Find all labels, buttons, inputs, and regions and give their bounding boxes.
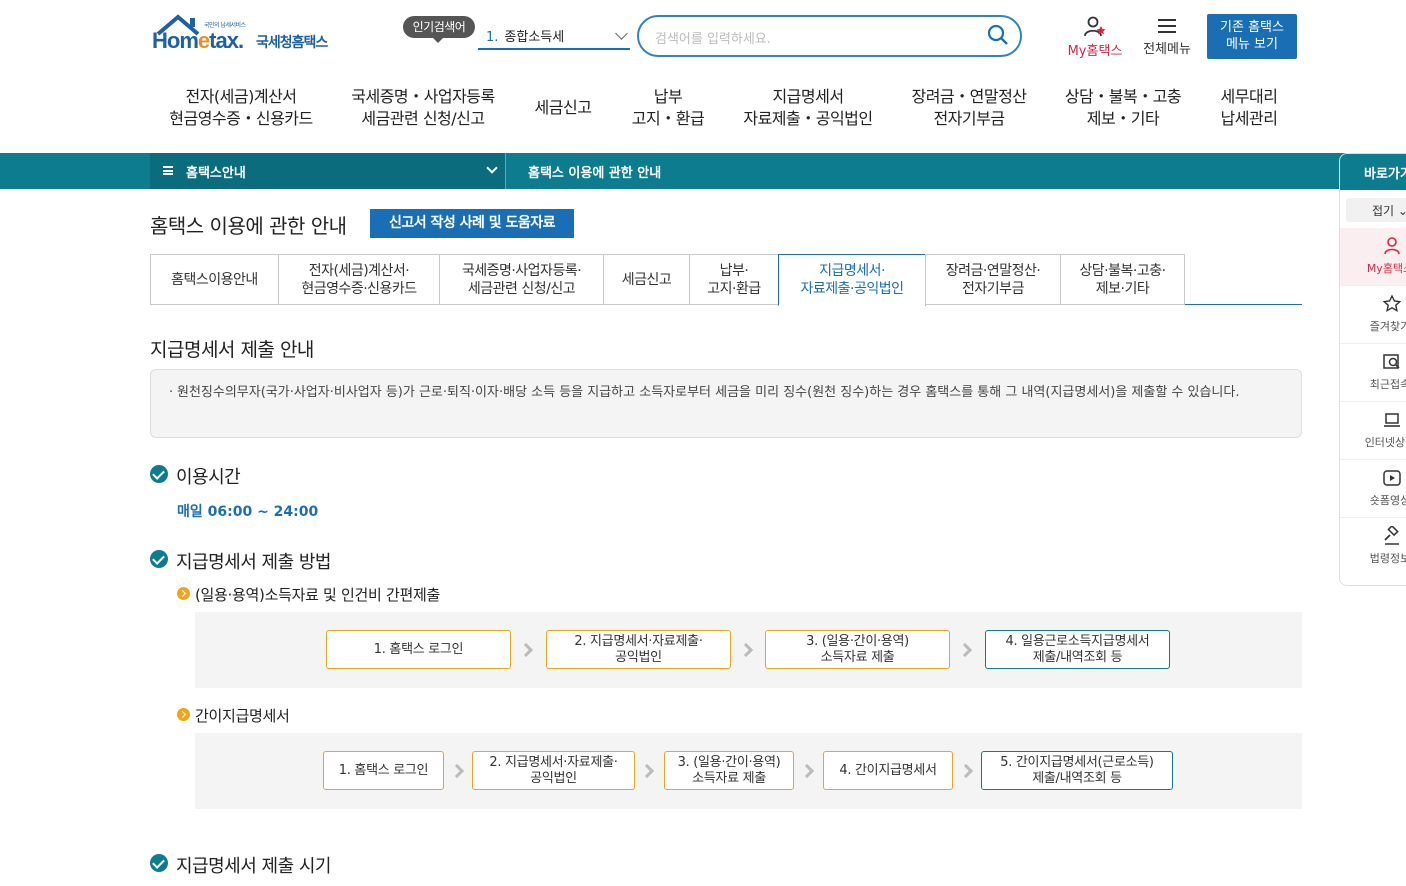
method-title: 지급명세서 제출 방법: [176, 552, 331, 573]
check-circle-icon: [150, 854, 168, 872]
flow2-step-4: 4. 간이지급명세서: [823, 751, 953, 790]
quick-item-law[interactable]: 법령정보: [1340, 518, 1406, 576]
old-menu-label-2: 메뉴 보기: [1226, 37, 1278, 52]
flow2-step-3: 3. (일용·간이·용역) 소득자료 제출: [664, 751, 794, 790]
quick-item-shortform[interactable]: 숏폼영상: [1340, 460, 1406, 518]
nav-consult[interactable]: 상담・불복・고충 제보・기타: [1055, 86, 1191, 138]
breadcrumb-current[interactable]: 홈택스 이용에 관한 안내: [528, 162, 661, 181]
all-menu-label: 전체메뉴: [1143, 42, 1191, 57]
quick-item-label: 숏폼영상: [1369, 494, 1406, 507]
usage-time-value: 매일 06:00 ~ 24:00: [177, 504, 319, 520]
logo-brand: Hometax.: [152, 28, 244, 53]
quick-item-label: 법령정보: [1369, 552, 1406, 565]
search-input[interactable]: 검색어를 입력하세요.: [637, 15, 1022, 57]
usage-time-title: 이용시간: [176, 467, 241, 488]
check-circle-icon: [150, 465, 168, 483]
flow1-step-1: 1. 홈택스 로그인: [326, 630, 511, 669]
user-icon: [1084, 16, 1106, 37]
section-title: 지급명세서 제출 안내: [150, 339, 314, 361]
quick-item-label: 인터넷상담: [1364, 436, 1406, 449]
quick-fold-label: 접기: [1372, 204, 1395, 218]
flow2-step-2: 2. 지급명세서·자료제출· 공익법인: [472, 751, 635, 790]
popular-search-badge: 인기검색어: [403, 16, 475, 43]
my-hometax-label: My홈택스: [1067, 44, 1123, 59]
recent-search-icon: [1383, 354, 1400, 369]
quick-item-label: My홈택스: [1366, 262, 1406, 275]
old-menu-label-1: 기존 홈택스: [1220, 20, 1284, 35]
notice-box: 원천징수의무자(국가·사업자·비사업자 등)가 근로·퇴직·이자·배당 소득 등…: [150, 369, 1302, 438]
user-icon: [1384, 237, 1400, 255]
quick-item-my-hometax[interactable]: My홈택스: [1340, 228, 1406, 286]
quick-item-label: 최근접속: [1369, 378, 1406, 391]
all-menu-button[interactable]: 전체메뉴: [1138, 16, 1196, 60]
chevron-down-icon: [615, 27, 628, 40]
logo-subtitle: 국세청홈택스: [256, 35, 328, 51]
quick-item-label: 즐겨찾기: [1369, 320, 1406, 333]
menu-icon: [163, 166, 173, 175]
tab-hometax-guide[interactable]: 홈택스이용안내: [150, 254, 279, 305]
nav-payment[interactable]: 납부 고지・환급: [623, 86, 713, 138]
breadcrumb-bar: 홈택스안내 홈택스 이용에 관한 안내: [0, 153, 1406, 189]
quick-item-internet-consult[interactable]: 인터넷상담: [1340, 402, 1406, 460]
flow1-step-2: 2. 지급명세서·자료제출· 공익법인: [546, 630, 731, 669]
flow2-step-1: 1. 홈택스 로그인: [323, 751, 444, 790]
nav-statement[interactable]: 지급명세서 자료제출・공익법인: [733, 86, 883, 138]
arrow-circle-icon: [177, 708, 190, 721]
breadcrumb-divider: [505, 153, 506, 189]
quick-menu-panel: 바로가기 접기 ⌄ My홈택스 즐겨찾기 최근접속 인터넷상담 숏폼영상 법령정…: [1339, 153, 1406, 586]
tab-incentive[interactable]: 장려금·연말정산· 전자기부금: [925, 254, 1061, 305]
flow1-step-3: 3. (일용·간이·용역) 소득자료 제출: [765, 630, 950, 669]
my-hometax-button[interactable]: My홈택스: [1062, 16, 1128, 60]
flow1-step-4: 4. 일용근로소득지급명세서 제출/내역조회 등: [985, 630, 1170, 669]
laptop-icon: [1384, 413, 1400, 427]
tab-consult[interactable]: 상담·불복·고충· 제보·기타: [1060, 254, 1185, 305]
quick-fold-button[interactable]: 접기 ⌄: [1346, 198, 1406, 222]
category-tabs: 홈택스이용안내 전자(세금)계산서· 현금영수증·신용카드 국세증명·사업자등록…: [150, 254, 1302, 306]
hamburger-icon: [1158, 19, 1176, 33]
star-icon: [1382, 294, 1402, 312]
tab-e-invoice[interactable]: 전자(세금)계산서· 현금영수증·신용카드: [278, 254, 440, 305]
check-circle-icon: [150, 550, 168, 568]
tab-statement[interactable]: 지급명세서· 자료제출·공익법인: [778, 254, 926, 306]
gavel-icon: [1384, 526, 1399, 545]
hometax-logo[interactable]: 국민의 납세서비스 Hometax. 국세청홈택스: [152, 14, 352, 60]
arrow-circle-icon: [177, 587, 190, 600]
quick-menu-title: 바로가기: [1340, 154, 1406, 190]
nav-incentive[interactable]: 장려금・연말정산 전자기부금: [903, 86, 1035, 138]
flow2-title: 간이지급명세서: [195, 707, 290, 725]
breadcrumb-menu[interactable]: 홈택스안내: [186, 162, 246, 181]
nav-certificate[interactable]: 국세증명・사업자등록 세금관련 신청/신고: [343, 86, 503, 138]
tab-payment[interactable]: 납부· 고지·환급: [689, 254, 779, 305]
search-icon[interactable]: [987, 24, 1009, 46]
timing-title: 지급명세서 제출 시기: [176, 856, 331, 877]
popular-search-select[interactable]: 1. 종합소득세: [478, 22, 630, 50]
nav-tax-report[interactable]: 세금신고: [523, 97, 603, 149]
flow1-title: (일용·용역)소득자료 및 인건비 간편제출: [195, 586, 440, 604]
page-title: 홈택스 이용에 관한 안내: [150, 214, 347, 238]
nav-e-invoice[interactable]: 전자(세금)계산서 현금영수증・신용카드: [160, 86, 322, 138]
quick-item-recent[interactable]: 최근접속: [1340, 344, 1406, 402]
quick-item-favorites[interactable]: 즐겨찾기: [1340, 286, 1406, 344]
popular-term: 종합소득세: [504, 30, 565, 45]
popular-rank: 1.: [486, 30, 499, 45]
tab-tax-report[interactable]: 세금신고: [603, 254, 690, 305]
video-play-icon: [1383, 470, 1401, 486]
nav-tax-agent[interactable]: 세무대리 납세관리: [1211, 86, 1287, 138]
old-menu-button[interactable]: 기존 홈택스 메뉴 보기: [1207, 14, 1297, 59]
flow2-step-5: 5. 간이지급명세서(근로소득) 제출/내역조회 등: [981, 751, 1173, 790]
help-material-button[interactable]: 신고서 작성 사례 및 도움자료: [370, 209, 574, 238]
tab-certificate[interactable]: 국세증명·사업자등록· 세금관련 신청/신고: [439, 254, 604, 305]
